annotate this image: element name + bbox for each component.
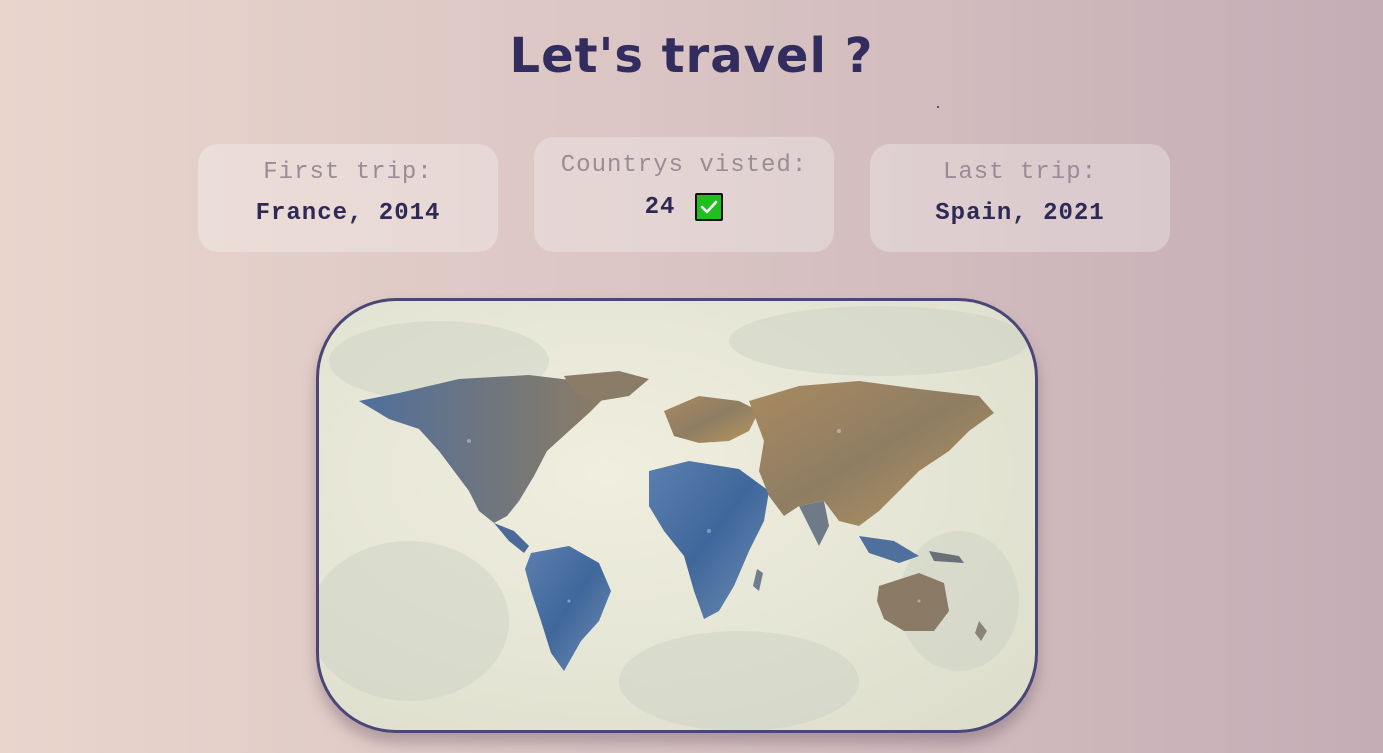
australia-shape — [877, 573, 949, 631]
first-trip-label: First trip: — [263, 159, 433, 186]
first-trip-value: France, 2014 — [255, 200, 441, 227]
south-america-shape — [525, 546, 611, 671]
first-trip-card: First trip: France, 2014 — [198, 144, 498, 252]
page-title: Let's travel ? — [509, 28, 874, 84]
last-trip-label: Last trip: — [942, 159, 1098, 186]
countries-visited-card: Countrys visted: 24 — [534, 137, 834, 252]
africa-shape — [649, 461, 769, 619]
countries-visited-label: Countrys visted: — [560, 152, 808, 179]
asia-shape — [749, 381, 994, 526]
last-trip-card: Last trip: Spain, 2021 — [870, 144, 1170, 252]
north-america-shape — [359, 375, 609, 523]
world-map-image — [316, 298, 1038, 733]
check-mark-icon — [695, 193, 724, 221]
last-trip-value: Spain, 2021 — [935, 200, 1105, 227]
countries-visited-value: 24 — [644, 193, 676, 221]
decorative-dot — [937, 106, 939, 108]
countries-visited-row: 24 — [534, 193, 834, 221]
